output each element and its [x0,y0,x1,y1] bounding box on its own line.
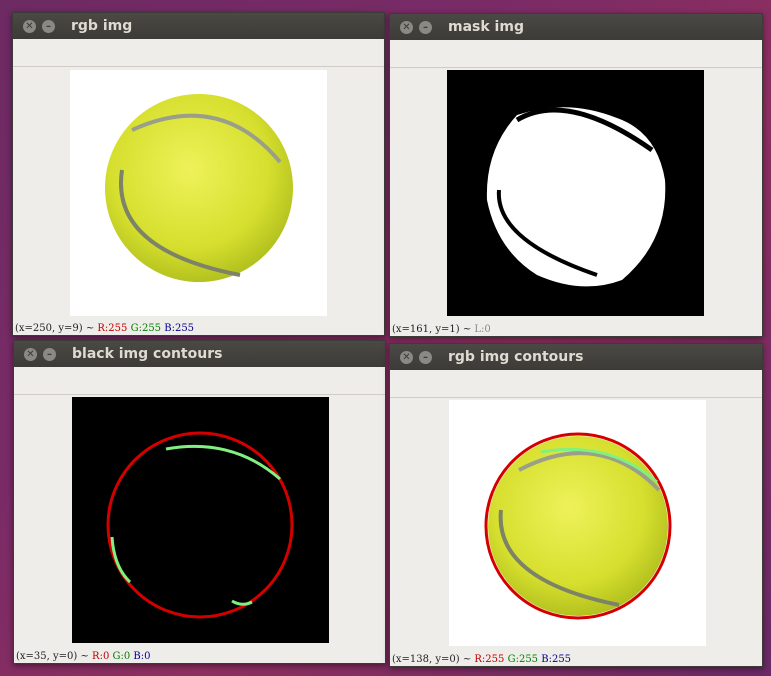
window-title: rgb img [71,18,133,34]
contours-on-black-image [106,431,294,619]
close-icon[interactable]: ✕ [400,20,413,34]
window-title: black img contours [72,346,223,362]
minimize-icon[interactable]: – [419,20,432,34]
contours-on-rgb-image [484,432,672,620]
close-icon[interactable]: ✕ [23,19,36,33]
window-toolbar [390,370,762,398]
minimize-icon[interactable]: – [419,350,432,364]
status-green: G:255 [507,654,539,665]
window-black-img-contours[interactable]: ✕ – black img contours (x=35, y=0) ~ R:0… [13,340,386,664]
status-coords: (x=250, y=9) ~ [15,323,95,334]
status-blue: B:255 [541,654,572,665]
status-bar: (x=161, y=1) ~ L:0 [390,323,762,336]
window-titlebar[interactable]: ✕ – black img contours [14,341,385,367]
status-bar: (x=250, y=9) ~ R:255 G:255 B:255 [13,322,384,335]
image-view[interactable] [449,400,706,646]
close-icon[interactable]: ✕ [24,347,37,361]
status-coords: (x=35, y=0) ~ [16,651,89,662]
status-luminance: L:0 [474,324,491,335]
status-coords: (x=161, y=1) ~ [392,324,472,335]
window-title: mask img [448,19,524,35]
window-titlebar[interactable]: ✕ – mask img [390,14,762,40]
status-bar: (x=35, y=0) ~ R:0 G:0 B:0 [14,650,385,663]
status-red: R:255 [97,323,128,334]
close-icon[interactable]: ✕ [400,350,413,364]
status-blue: B:0 [133,651,151,662]
status-green: G:0 [112,651,131,662]
minimize-icon[interactable]: – [42,19,55,33]
status-green: G:255 [130,323,162,334]
status-red: R:0 [92,651,110,662]
image-view[interactable] [72,397,329,643]
status-red: R:255 [474,654,505,665]
image-view[interactable] [447,70,704,316]
status-bar: (x=138, y=0) ~ R:255 G:255 B:255 [390,653,762,666]
window-mask-img[interactable]: ✕ – mask img (x=161, y=1) ~ L:0 [389,13,763,337]
window-rgb-img-contours[interactable]: ✕ – rgb img contours (x=138, y=0) ~ R:25… [389,343,763,667]
mask-image [486,107,666,287]
window-title: rgb img contours [448,349,584,365]
window-toolbar [13,39,384,67]
window-titlebar[interactable]: ✕ – rgb img contours [390,344,762,370]
window-titlebar[interactable]: ✕ – rgb img [13,13,384,39]
image-view[interactable] [70,70,327,316]
tennis-ball-image [105,94,293,282]
window-rgb-img[interactable]: ✕ – rgb img (x=250, y=9) ~ R:255 G:255 B… [12,12,385,336]
window-toolbar [390,40,762,68]
status-coords: (x=138, y=0) ~ [392,654,472,665]
status-blue: B:255 [164,323,195,334]
minimize-icon[interactable]: – [43,347,56,361]
window-toolbar [14,367,385,395]
